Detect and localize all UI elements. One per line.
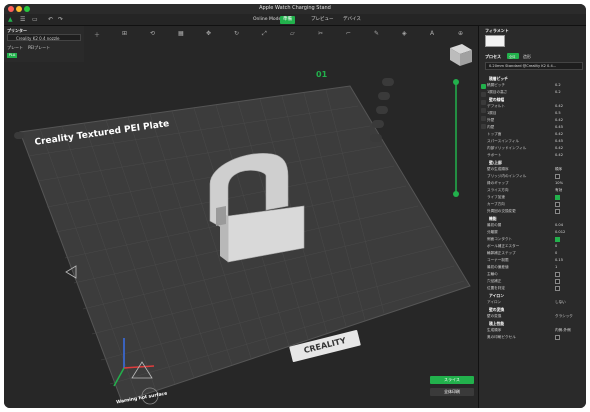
auto-orient-icon[interactable]: ⟲ [150, 30, 155, 37]
param-row[interactable]: アイロン しない [483, 299, 583, 306]
param-row[interactable]: 積層ピッチ 0.2 [483, 82, 583, 89]
collapse-panel-button[interactable] [14, 132, 24, 139]
filament-swatch[interactable] [485, 35, 505, 47]
param-row[interactable]: 穴径補正 [483, 278, 583, 285]
filament-header: フィラメント [485, 28, 509, 33]
param-row[interactable]: スパースインフィル 0.45 [483, 138, 583, 145]
app-logo-icon[interactable]: ▲ [8, 16, 13, 23]
move-icon[interactable]: ✥ [206, 30, 211, 37]
checkbox[interactable] [555, 286, 560, 291]
split-button[interactable] [372, 120, 384, 128]
param-row[interactable]: ボール補正エスター 0 [483, 243, 583, 250]
tab-device[interactable]: デバイス [340, 16, 364, 24]
checkbox[interactable] [555, 237, 560, 242]
param-row[interactable]: 分離層 0.012 [483, 229, 583, 236]
measure-icon[interactable]: ⌐ [346, 30, 351, 37]
viewport-canvas [19, 44, 472, 405]
param-row[interactable]: 輪郭補正ステップ 0 [483, 250, 583, 257]
scale-icon[interactable]: ⤢ [262, 30, 267, 38]
checkbox[interactable] [555, 202, 560, 207]
window-title: Apple Watch Charging Stand [259, 5, 331, 11]
text-tool-icon[interactable]: A [430, 30, 434, 37]
arrange-icon[interactable]: ▦ [178, 30, 184, 37]
param-row[interactable]: ライフ加速 [483, 194, 583, 201]
param-row[interactable]: コーナー制限 0.15 [483, 257, 583, 264]
3d-viewport[interactable]: Creality Textured PEI Plate 01 CREALITY … [4, 26, 478, 408]
param-row[interactable]: 外周回の交換変更 [483, 208, 583, 215]
process-profile-selector[interactable]: 0.20mm Standard @Creality K2 0.4... [485, 62, 583, 70]
settings-gear-button[interactable] [370, 134, 382, 142]
plate-label: プレート [7, 45, 23, 50]
param-row[interactable]: サポート 0.42 [483, 152, 583, 159]
slice-button[interactable]: スライス [430, 376, 474, 384]
filament-tag[interactable]: PLA [7, 53, 17, 58]
lay-on-face-icon[interactable]: ▱ [290, 30, 295, 37]
undo-icon[interactable]: ↶ [48, 16, 53, 23]
param-row[interactable]: 内部ソリッドインフィル 0.42 [483, 145, 583, 152]
param-row[interactable]: 最初の層 0.04 [483, 222, 583, 229]
print-button[interactable]: 全体印刷 [430, 388, 474, 396]
param-row[interactable]: 外壁 0.42 [483, 117, 583, 124]
add-part-icon[interactable]: ＋ [94, 30, 100, 39]
add-object-button[interactable] [382, 78, 394, 86]
printer-name: Creality K2 0.4 nozzle [16, 36, 60, 41]
tab-preview[interactable]: プレビュー [308, 16, 337, 24]
plate-number: 01 [316, 70, 328, 79]
param-row[interactable]: 縁のギャップ 10% [483, 180, 583, 187]
printer-selector[interactable]: Creality K2 0.4 nozzle [7, 34, 81, 41]
support-paint-icon[interactable]: ✎ [374, 30, 379, 37]
param-row[interactable]: 壁の変換 クラシック [483, 313, 583, 320]
checkbox[interactable] [555, 272, 560, 277]
redo-icon[interactable]: ↷ [58, 16, 63, 23]
layer-slider-top-handle[interactable] [453, 79, 459, 85]
param-row[interactable]: 壁の生成順序 順序 [483, 166, 583, 173]
param-row[interactable]: 奥の印刷ピクセル [483, 334, 583, 341]
param-row[interactable]: 1層目 0.5 [483, 110, 583, 117]
param-row[interactable]: 主輪の [483, 271, 583, 278]
checkbox[interactable] [555, 335, 560, 340]
param-row[interactable]: ブリッジ内のインフィル [483, 173, 583, 180]
seam-paint-icon[interactable]: ◈ [402, 30, 407, 37]
app-window: Apple Watch Charging Stand ▲ ☰ ▭ ↶ ↷ Onl… [4, 4, 586, 408]
layer-slider-handle[interactable] [453, 191, 459, 197]
rotate-icon[interactable]: ↻ [234, 30, 239, 37]
param-row[interactable]: 位置を判定 [483, 285, 583, 292]
printer-panel: プリンター Creality K2 0.4 nozzle プレート PEIプレー… [4, 26, 84, 62]
settings-panel: フィラメント プロセス 全体 造形 0.20mm Standard @Creal… [478, 26, 586, 408]
param-row[interactable]: 1層目の高さ 0.2 [483, 89, 583, 96]
param-row[interactable]: 生成順序 内側-外側 [483, 327, 583, 334]
param-row[interactable]: 最初の偏差値 1 [483, 264, 583, 271]
checkbox[interactable] [555, 279, 560, 284]
tab-prepare[interactable]: 準備 [280, 16, 295, 24]
process-toggle-global[interactable]: 全体 [507, 53, 519, 59]
checkbox[interactable] [555, 195, 560, 200]
file-menu-icon[interactable]: ☰ [20, 16, 25, 23]
orient-button[interactable] [378, 92, 390, 100]
param-row[interactable]: デフォルト 0.42 [483, 103, 583, 110]
process-toggle-object[interactable]: 造形 [523, 54, 531, 60]
save-icon[interactable]: ▭ [32, 16, 38, 23]
param-row[interactable]: スライス方向 有効 [483, 187, 583, 194]
cut-icon[interactable]: ✂ [318, 30, 323, 37]
title-bar: Apple Watch Charging Stand [4, 4, 586, 14]
checkbox[interactable] [555, 174, 560, 179]
checkbox[interactable] [555, 209, 560, 214]
arrange-button[interactable] [376, 106, 388, 114]
param-row[interactable]: トップ面 0.42 [483, 131, 583, 138]
plate-type-value[interactable]: PEIプレート [28, 45, 50, 51]
menu-bar: ▲ ☰ ▭ ↶ ↷ Online Models 準備 プレビュー デバイス [4, 14, 586, 26]
object-toolbar: ＋ ⊞ ⟲ ▦ ✥ ↻ ⤢ ▱ ✂ ⌐ ✎ ◈ A ⊕ [94, 30, 474, 40]
param-row[interactable]: 側面コンタクト [483, 236, 583, 243]
assembly-icon[interactable]: ⊕ [458, 30, 463, 37]
param-row[interactable]: カーブ方向 [483, 201, 583, 208]
process-header: プロセス [485, 54, 501, 59]
add-plate-icon[interactable]: ⊞ [122, 30, 127, 37]
param-row[interactable]: 内壁 0.45 [483, 124, 583, 131]
